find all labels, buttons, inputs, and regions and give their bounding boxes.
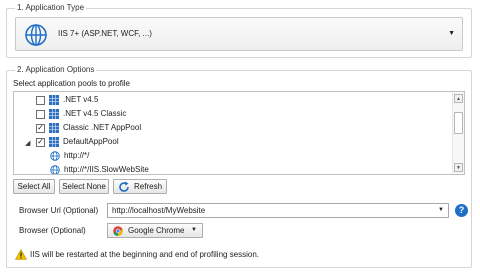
globe-icon [50, 151, 60, 161]
tree-item-label: DefaultAppPool [63, 137, 119, 146]
app-pool-icon [49, 109, 59, 119]
browser-url-combobox[interactable]: http://localhost/MyWebsite ▼ [107, 203, 449, 218]
scroll-up-icon[interactable]: ▲ [454, 94, 463, 103]
app-pools-caption: Select application pools to profile [13, 79, 130, 88]
chevron-down-icon: ▼ [191, 227, 197, 233]
tree-item-label: Classic .NET AppPool [63, 123, 142, 132]
tree-item-label: http://*/IIS.SlowWebSite [64, 165, 149, 174]
application-type-legend: 1. Application Type [15, 3, 87, 13]
app-pool-tree[interactable]: .NET v4.5 .NET v4.5 Classic ✓ Classic .N… [13, 91, 465, 175]
browser-value: Google Chrome [128, 226, 185, 235]
chevron-down-icon[interactable]: ▼ [438, 207, 444, 213]
select-all-button[interactable]: Select All [13, 179, 55, 194]
tree-item-url[interactable]: http://*/ [50, 149, 89, 163]
globe-icon [25, 24, 47, 46]
scroll-thumb[interactable] [454, 112, 463, 134]
restart-warning-text: IIS will be restarted at the beginning a… [30, 250, 260, 259]
browser-url-label: Browser Url (Optional) [19, 206, 99, 215]
help-icon[interactable]: ? [455, 204, 468, 217]
checkbox-checked[interactable]: ✓ [36, 123, 45, 133]
select-none-button[interactable]: Select None [59, 179, 109, 194]
application-type-value: IIS 7+ (ASP.NET, WCF, ...) [58, 29, 152, 38]
tree-item-label: .NET v4.5 [63, 95, 99, 104]
browser-label: Browser (Optional) [19, 226, 86, 235]
checkbox-checked[interactable]: ✓ [36, 137, 45, 147]
refresh-label: Refresh [134, 182, 163, 191]
tree-item-label: .NET v4.5 Classic [63, 109, 127, 118]
application-options-legend: 2. Application Options [15, 65, 97, 75]
tree-item-url[interactable]: http://*/IIS.SlowWebSite [50, 163, 149, 174]
refresh-icon [119, 181, 129, 192]
tree-item-classic-net-apppool[interactable]: ✓ Classic .NET AppPool [36, 121, 141, 135]
tree-item-net-v45[interactable]: .NET v4.5 [36, 93, 98, 107]
expand-triangle-icon[interactable]: ◢ [25, 139, 30, 147]
refresh-button[interactable]: Refresh [113, 179, 167, 194]
browser-url-value: http://localhost/MyWebsite [112, 206, 206, 215]
application-type-group: 1. Application Type IIS 7+ (ASP.NET, WCF… [6, 3, 472, 58]
tree-item-defaultapppool[interactable]: ✓ DefaultAppPool [36, 135, 119, 149]
chevron-down-icon: ▼ [448, 30, 455, 37]
warning-icon [15, 249, 27, 260]
browser-dropdown[interactable]: Google Chrome ▼ [107, 223, 203, 238]
application-type-dropdown[interactable]: IIS 7+ (ASP.NET, WCF, ...) ▼ [15, 17, 463, 51]
chrome-icon [113, 226, 123, 236]
scroll-down-icon[interactable]: ▼ [454, 163, 463, 172]
checkbox[interactable] [36, 95, 45, 105]
app-pool-icon [49, 137, 59, 147]
globe-icon [50, 165, 60, 174]
tree-item-net-v45-classic[interactable]: .NET v4.5 Classic [36, 107, 126, 121]
application-options-group: 2. Application Options Select applicatio… [6, 65, 472, 268]
app-pool-icon [49, 95, 59, 105]
app-pool-icon [49, 123, 59, 133]
tree-scrollbar[interactable]: ▲ ▼ [452, 92, 464, 174]
checkbox[interactable] [36, 109, 45, 119]
tree-item-label: http://*/ [64, 151, 90, 160]
